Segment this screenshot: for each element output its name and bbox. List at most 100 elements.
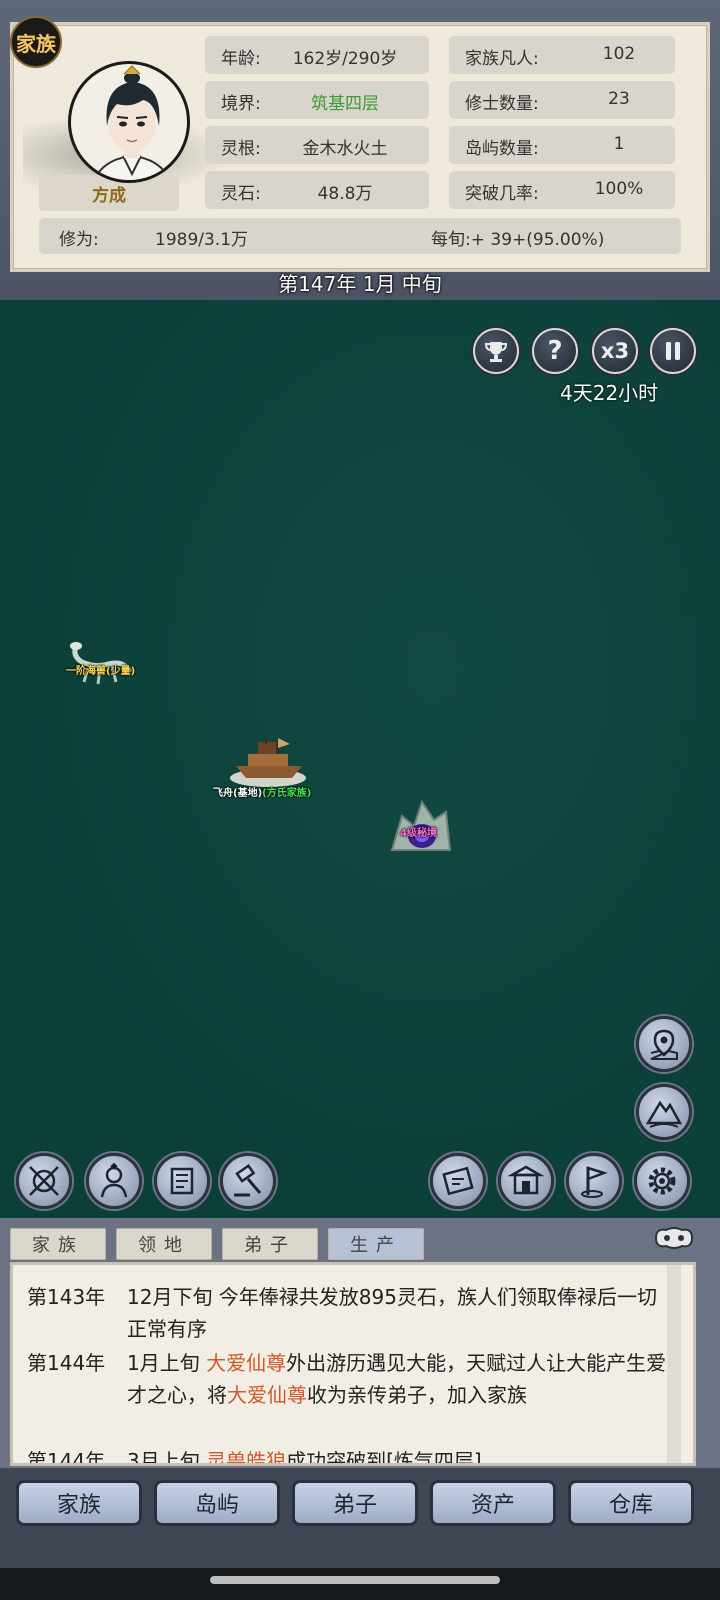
stat-label: 家族凡人:	[465, 49, 539, 69]
ornament-icon	[654, 1227, 694, 1249]
scroll-button[interactable]	[154, 1153, 210, 1209]
location-button[interactable]	[636, 1016, 692, 1072]
gate-icon	[508, 1165, 544, 1195]
sea-beast-label: 一阶海兽(少量)	[66, 666, 136, 677]
stat-value: 23	[608, 89, 630, 109]
person-icon	[100, 1163, 128, 1198]
ship-clan: (方氏家族)	[262, 788, 312, 799]
map-pin-icon	[650, 1029, 678, 1060]
log-tab-production[interactable]: 生产	[328, 1228, 424, 1260]
character-panel: 方成 年龄: 162岁/290岁 境界: 筑基四层 灵根: 金木水火土 灵石: …	[10, 22, 710, 272]
ticket-icon	[442, 1166, 474, 1196]
speed-label: x3	[600, 339, 630, 363]
cultivation-label: 修为:	[59, 230, 99, 250]
game-date: 第147年 1月 中旬	[278, 272, 442, 296]
ticket-button[interactable]	[430, 1153, 486, 1209]
stat-island-count: 岛屿数量: 1	[449, 126, 675, 164]
log-highlight-name[interactable]: 大爱仙尊	[206, 1351, 286, 1375]
stat-label: 灵石:	[221, 184, 261, 204]
log-year: 第143年	[27, 1285, 106, 1309]
log-text: 1月上旬 大爱仙尊外出游历遇见大能，天赋过人让大能产生爱才之心，将大爱仙尊收为亲…	[127, 1347, 667, 1411]
log-year: 第144年	[27, 1351, 106, 1375]
stat-cultivator-count: 修士数量: 23	[449, 81, 675, 119]
nav-warehouse-button[interactable]: 仓库	[568, 1480, 694, 1526]
stat-value: 金木水火土	[302, 139, 388, 159]
stat-label: 灵根:	[221, 139, 261, 159]
stat-label: 突破几率:	[465, 184, 539, 204]
gear-icon	[648, 1167, 676, 1195]
ship-name: 飞舟(基地)	[213, 788, 263, 799]
stat-spirit-root: 灵根: 金木水火土	[205, 126, 429, 164]
flag-button[interactable]	[566, 1153, 622, 1209]
stat-label: 岛屿数量:	[465, 139, 539, 159]
log-text-part: 12月下旬 今年俸禄共发放895灵石，族人们领取俸禄后一切正常有序	[127, 1285, 657, 1341]
trophy-icon	[484, 342, 508, 362]
pause-icon	[666, 342, 680, 360]
judge-button[interactable]	[220, 1153, 276, 1209]
crossed-swords-icon	[29, 1166, 59, 1196]
cultivation-rate: 每旬:+ 39+(95.00%)	[431, 230, 605, 250]
stat-realm: 境界: 筑基四层	[205, 81, 429, 119]
character-portrait[interactable]	[68, 61, 190, 183]
clan-badge[interactable]: 家族	[10, 16, 62, 68]
stat-value: 102	[602, 44, 636, 64]
pause-button[interactable]	[650, 328, 696, 374]
log-text: 3月上旬 灵兽皓狼成功突破到[炼气四层]	[127, 1445, 667, 1466]
stat-value: 100%	[594, 179, 644, 199]
stat-label: 境界:	[221, 94, 261, 114]
trophy-button[interactable]	[473, 328, 519, 374]
stat-spirit-stone: 灵石: 48.8万	[205, 171, 429, 209]
cultivation-bar: 修为: 1989/3.1万 每旬:+ 39+(95.00%)	[39, 218, 681, 254]
log-tab-clan[interactable]: 家族	[10, 1228, 106, 1260]
question-icon: ?	[547, 336, 563, 366]
stat-value: 1	[613, 134, 625, 154]
event-log[interactable]: 第143年 12月下旬 今年俸禄共发放895灵石，族人们领取俸禄后一切正常有序 …	[10, 1262, 696, 1466]
mountain-icon	[646, 1100, 682, 1128]
stat-label: 修士数量:	[465, 94, 539, 114]
countdown-timer: 4天22小时	[560, 381, 659, 405]
sect-hall-button[interactable]	[498, 1153, 554, 1209]
top-frame: 方成 年龄: 162岁/290岁 境界: 筑基四层 灵根: 金木水火土 灵石: …	[0, 0, 720, 300]
log-tab-territory[interactable]: 领地	[116, 1228, 212, 1260]
stat-value: 筑基四层	[311, 94, 379, 114]
secret-realm-label: 4级秘境	[400, 828, 437, 839]
stat-label: 年龄:	[221, 49, 261, 69]
nav-assets-button[interactable]: 资产	[430, 1480, 556, 1526]
log-text-part: 3月上旬	[127, 1449, 207, 1466]
scroll-icon	[170, 1167, 194, 1195]
collapse-log-button[interactable]	[652, 1224, 696, 1252]
flying-ship-marker[interactable]	[228, 736, 312, 788]
cultivation-value: 1989/3.1万	[155, 230, 249, 250]
character-name[interactable]: 方成	[39, 175, 179, 211]
terrain-button[interactable]	[636, 1084, 692, 1140]
flag-icon	[581, 1166, 608, 1198]
home-indicator[interactable]	[210, 1576, 500, 1584]
nav-disciples-button[interactable]: 弟子	[292, 1480, 418, 1526]
log-text: 12月下旬 今年俸禄共发放895灵石，族人们领取俸禄后一切正常有序	[127, 1281, 667, 1345]
log-text-part: 1月上旬	[127, 1351, 207, 1375]
flying-ship-icon	[230, 736, 306, 787]
sea-map[interactable]: ? x3 4天22小时 一阶海兽(少量) 飞舟(基地)(方氏家族) 4级秘境	[0, 300, 720, 1218]
log-text-part: 收为亲传弟子，加入家族	[307, 1383, 527, 1407]
event-log-panel: 家族 领地 弟子 生产 第143年 12月下旬 今年俸禄共发放895灵石，族人们…	[0, 1218, 720, 1468]
log-highlight-name[interactable]: 灵兽皓狼	[206, 1449, 286, 1463]
stat-value: 162岁/290岁	[292, 49, 398, 69]
stat-breakthrough-rate: 突破几率: 100%	[449, 171, 675, 209]
log-scrollbar[interactable]	[667, 1265, 681, 1463]
nav-islands-button[interactable]: 岛屿	[154, 1480, 280, 1526]
settings-button[interactable]	[634, 1153, 690, 1209]
log-year: 第144年	[27, 1449, 106, 1466]
help-button[interactable]: ?	[532, 328, 578, 374]
log-highlight-name[interactable]: 大爱仙尊	[227, 1383, 307, 1407]
flying-ship-label: 飞舟(基地)(方氏家族)	[213, 784, 311, 799]
nav-clan-button[interactable]: 家族	[16, 1480, 142, 1526]
stat-age: 年龄: 162岁/290岁	[205, 36, 429, 74]
speed-button[interactable]: x3	[592, 328, 638, 374]
stat-value: 48.8万	[317, 184, 373, 204]
stat-clan-mortals: 家族凡人: 102	[449, 36, 675, 74]
bottom-nav: 家族 岛屿 弟子 资产 仓库	[0, 1468, 720, 1568]
log-tab-disciples[interactable]: 弟子	[222, 1228, 318, 1260]
battle-button[interactable]	[16, 1153, 72, 1209]
character-button[interactable]	[86, 1153, 142, 1209]
log-text-part: 成功突破到[炼气四层]	[286, 1449, 482, 1466]
